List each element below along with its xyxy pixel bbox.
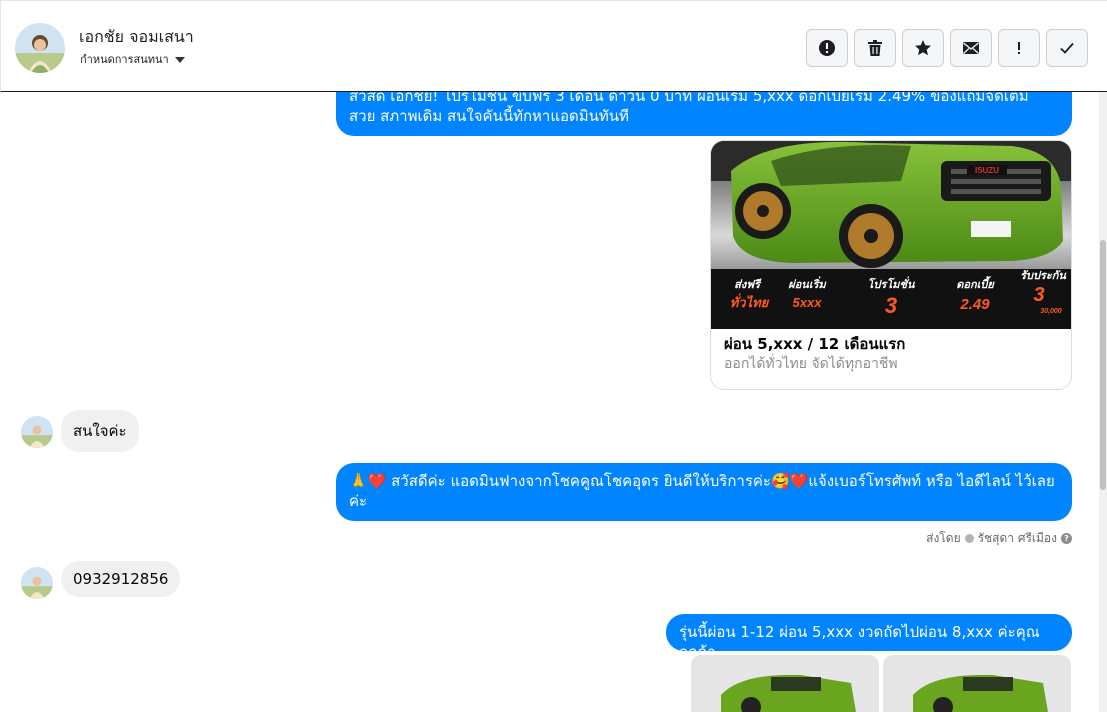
star-button[interactable]	[902, 29, 944, 67]
banner-warranty-value: 3	[1033, 284, 1044, 306]
incoming-message[interactable]: สนใจค่ะ	[61, 410, 139, 452]
envelope-icon	[963, 42, 979, 54]
car-photo-thumbnail[interactable]	[883, 655, 1071, 712]
banner-nationwide: ทั่วไทย	[730, 293, 770, 310]
message-text: 🙏❤️ สวัสดีค่ะ แอดมินฟางจากโชคคูณโชคอุดร …	[349, 472, 1055, 510]
mark-spam-button[interactable]	[806, 29, 848, 67]
schedule-dropdown[interactable]: กำหนดการสนทนา	[80, 50, 185, 68]
message-text: สวัสดี เอกชัย! โปรโมชั่น ขับฟรี 3 เดือน …	[349, 87, 1029, 125]
car-photo-thumbnail[interactable]	[691, 655, 879, 712]
caret-down-icon	[174, 56, 185, 63]
car-brand-logo: ISUZU	[975, 166, 999, 175]
banner-warranty: รับประกัน	[1020, 269, 1066, 282]
scrollbar-thumb[interactable]	[1100, 240, 1106, 490]
card-subtitle: ออกได้ทั่วไทย จัดได้ทุกอาชีพ	[724, 356, 898, 372]
sent-by-label: ส่งโดย	[926, 531, 961, 545]
incoming-message-phone[interactable]: 0932912856	[61, 561, 181, 597]
contact-avatar-small[interactable]	[21, 416, 53, 448]
banner-interest: ดอกเบี้ย	[956, 276, 995, 291]
follow-up-button[interactable]	[998, 29, 1040, 67]
mark-done-button[interactable]	[1046, 29, 1088, 67]
contact-avatar-small[interactable]	[21, 567, 53, 599]
banner-warranty-distance: 30,000	[1040, 308, 1062, 315]
message-text: สนใจค่ะ	[73, 422, 127, 440]
outgoing-message-greeting[interactable]: 🙏❤️ สวัสดีค่ะ แอดมินฟางจากโชคคูณโชคอุดร …	[336, 463, 1072, 521]
status-dot-icon	[964, 534, 974, 543]
delete-button[interactable]	[854, 29, 896, 67]
schedule-label: กำหนดการสนทนา	[80, 53, 169, 66]
message-scrollbar[interactable]	[1099, 92, 1107, 712]
help-icon[interactable]: ?	[1061, 533, 1072, 544]
car-promo-image: ISUZU ส่งฟรี ทั่วไทย ผ่อนเริ่ม 5xxx โปรโ…	[711, 141, 1071, 329]
sent-by-info: ส่งโดย รัชสุดา ศรีเมือง ?	[926, 529, 1072, 548]
product-card[interactable]: ISUZU ส่งฟรี ทั่วไทย ผ่อนเริ่ม 5xxx โปรโ…	[710, 140, 1072, 390]
banner-free-shipping: ส่งฟรี	[734, 278, 762, 291]
conversation-header: เอกชัย จอมเสนา กำหนดการสนทนา	[0, 0, 1107, 92]
star-icon	[915, 40, 931, 56]
message-text: 0932912856	[73, 570, 169, 588]
check-icon	[1060, 42, 1074, 54]
sent-by-name[interactable]: รัชสุดา ศรีเมือง	[978, 529, 1057, 548]
banner-installment: ผ่อนเริ่ม	[788, 276, 827, 291]
contact-name: เอกชัย จอมเสนา	[79, 27, 194, 46]
trash-icon	[868, 40, 882, 56]
banner-installment-value: 5xxx	[793, 295, 823, 310]
exclamation-icon	[1018, 42, 1020, 54]
mark-unread-button[interactable]	[950, 29, 992, 67]
contact-avatar[interactable]	[15, 23, 65, 73]
outgoing-message-installment[interactable]: รุ่นนี้ผ่อน 1-12 ผ่อน 5,xxx งวดถัดไปผ่อน…	[666, 614, 1072, 661]
banner-promotion: โปรโมชั่น	[868, 276, 915, 291]
toolbar	[806, 29, 1088, 67]
banner-interest-value: 2.49	[959, 296, 990, 313]
banner-promotion-value: 3	[885, 293, 897, 318]
alert-circle-icon	[819, 40, 835, 56]
